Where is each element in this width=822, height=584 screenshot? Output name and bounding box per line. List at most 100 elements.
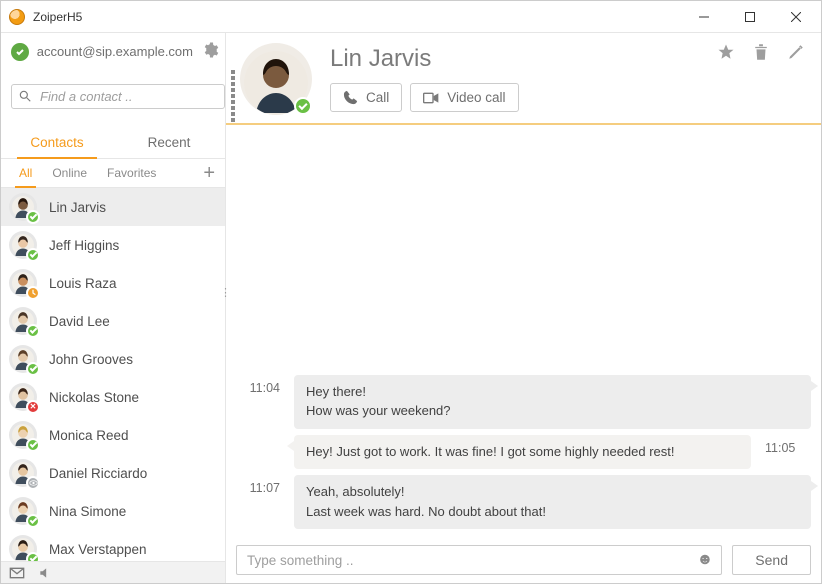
conversation-header: Lin Jarvis Call Video call	[226, 33, 821, 125]
speaker-icon[interactable]	[37, 566, 53, 580]
window-minimize-button[interactable]	[681, 2, 727, 32]
presence-online-icon	[294, 97, 312, 115]
maximize-icon	[745, 12, 755, 22]
message-line: Hey there!	[306, 382, 799, 402]
message-time: 11:05	[751, 435, 811, 455]
contact-name: Daniel Ricciardo	[49, 466, 147, 481]
minimize-icon	[699, 12, 709, 22]
contact-list[interactable]: Lin Jarvis Jeff Higgins Louis Raza David Le…	[1, 188, 225, 561]
emoji-button[interactable]: ☻	[696, 551, 713, 569]
contact-avatar: ✕	[9, 383, 37, 411]
app-icon	[9, 9, 25, 25]
message-line: Hey! Just got to work. It was fine! I go…	[306, 442, 739, 462]
contact-avatar	[9, 231, 37, 259]
sidebar: account@sip.example.com Contacts Recent	[1, 33, 226, 583]
sidebar-footer	[1, 561, 225, 583]
contact-item[interactable]: Max Verstappen	[1, 530, 225, 561]
contact-avatar	[9, 459, 37, 487]
delete-button[interactable]	[753, 43, 769, 61]
favorite-button[interactable]	[717, 43, 735, 61]
contact-item[interactable]: David Lee	[1, 302, 225, 340]
search-box[interactable]	[11, 84, 225, 109]
send-button[interactable]: Send	[732, 545, 811, 575]
mail-icon[interactable]	[9, 567, 25, 579]
contact-avatar	[9, 307, 37, 335]
filter-online[interactable]: Online	[42, 159, 97, 187]
presence-online-icon	[26, 552, 40, 561]
presence-online-icon	[26, 514, 40, 528]
presence-away-icon	[26, 286, 40, 300]
contact-item[interactable]: Louis Raza	[1, 264, 225, 302]
compose-box[interactable]: ☻	[236, 545, 722, 575]
contact-item[interactable]: Nina Simone	[1, 492, 225, 530]
compose-input[interactable]	[245, 552, 696, 569]
tab-contacts[interactable]: Contacts	[1, 128, 113, 158]
contact-item[interactable]: John Grooves	[1, 340, 225, 378]
message-time: 11:04	[234, 375, 294, 395]
window-close-button[interactable]	[773, 2, 819, 32]
app-window: ZoiperH5 account@sip.example.com	[0, 0, 822, 584]
window-maximize-button[interactable]	[727, 2, 773, 32]
contact-avatar	[9, 535, 37, 561]
message-time: 11:07	[234, 475, 294, 495]
presence-dnd-icon: ✕	[26, 400, 40, 414]
search-icon	[18, 89, 32, 103]
presence-online-icon	[26, 438, 40, 452]
presence-invisible-icon	[26, 476, 40, 490]
account-row[interactable]: account@sip.example.com	[1, 33, 225, 70]
contact-name: Louis Raza	[49, 276, 117, 291]
primary-tabs: Contacts Recent	[1, 128, 225, 159]
add-contact-button[interactable]: +	[201, 163, 217, 183]
contact-avatar	[9, 497, 37, 525]
filter-tabs: All Online Favorites +	[1, 159, 225, 188]
message-line: Yeah, absolutely!	[306, 482, 799, 502]
gear-icon	[201, 41, 219, 59]
message-row: 11:07Yeah, absolutely!Last week was hard…	[234, 475, 811, 529]
video-icon	[423, 92, 439, 104]
presence-online-icon	[26, 248, 40, 262]
contact-avatar	[240, 43, 312, 115]
message-row: Hey! Just got to work. It was fine! I go…	[234, 435, 811, 470]
video-call-button[interactable]: Video call	[410, 83, 518, 112]
presence-online-icon	[26, 324, 40, 338]
contact-name: John Grooves	[49, 352, 133, 367]
content: Lin Jarvis Call Video call	[226, 33, 821, 583]
account-status-icon	[11, 43, 29, 61]
contact-name: Nina Simone	[49, 504, 126, 519]
messages-area[interactable]: 11:04Hey there!How was your weekend?Hey!…	[226, 125, 821, 545]
contact-name: Max Verstappen	[49, 542, 147, 557]
contact-item[interactable]: Jeff Higgins	[1, 226, 225, 264]
contact-name: Monica Reed	[49, 428, 129, 443]
contact-avatar	[9, 193, 37, 221]
filter-favorites[interactable]: Favorites	[97, 159, 166, 187]
message-bubble: Yeah, absolutely!Last week was hard. No …	[294, 475, 811, 529]
close-icon	[791, 12, 801, 22]
message-bubble: Hey! Just got to work. It was fine! I go…	[294, 435, 751, 470]
compose-row: ☻ Send	[226, 545, 821, 583]
edit-button[interactable]	[787, 43, 805, 61]
contact-avatar	[9, 421, 37, 449]
contact-item[interactable]: Monica Reed	[1, 416, 225, 454]
header-actions	[717, 43, 805, 67]
contact-avatar	[9, 345, 37, 373]
message-line: How was your weekend?	[306, 401, 799, 421]
contact-item[interactable]: Daniel Ricciardo	[1, 454, 225, 492]
presence-online-icon	[26, 210, 40, 224]
call-button[interactable]: Call	[330, 83, 402, 112]
contact-avatar	[9, 269, 37, 297]
settings-button[interactable]	[201, 41, 219, 62]
search-input[interactable]	[38, 88, 218, 105]
window-title: ZoiperH5	[33, 10, 82, 24]
message-bubble: Hey there!How was your weekend?	[294, 375, 811, 429]
contact-item[interactable]: ✕Nickolas Stone	[1, 378, 225, 416]
filter-all[interactable]: All	[9, 159, 42, 187]
message-line: Last week was hard. No doubt about that!	[306, 502, 799, 522]
phone-icon	[343, 90, 358, 105]
tab-recent[interactable]: Recent	[113, 128, 225, 158]
contact-item[interactable]: Lin Jarvis	[1, 188, 225, 226]
contact-name: Lin Jarvis	[49, 200, 106, 215]
call-button-label: Call	[366, 90, 389, 105]
video-call-button-label: Video call	[447, 90, 505, 105]
contact-name: David Lee	[49, 314, 110, 329]
account-address: account@sip.example.com	[37, 44, 193, 59]
